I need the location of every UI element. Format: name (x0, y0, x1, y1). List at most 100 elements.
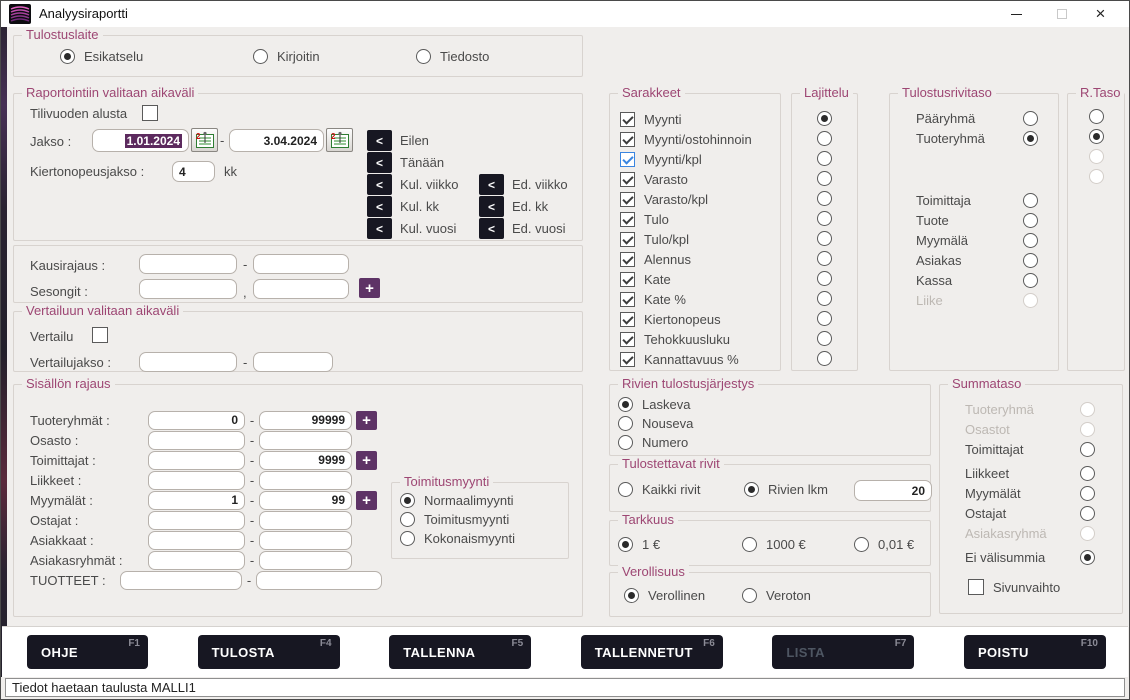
add-filter-button[interactable]: + (356, 451, 377, 470)
add-filter-button[interactable]: + (356, 491, 377, 510)
radio-icon[interactable] (624, 588, 639, 603)
column-checkbox[interactable] (620, 232, 635, 247)
fiscal-year-checkbox[interactable] (142, 105, 158, 121)
column-checkbox[interactable] (620, 132, 635, 147)
period-from-input[interactable]: 1.01.2024 (92, 129, 189, 152)
sum-level-option[interactable]: Ei välisummia (940, 547, 1122, 567)
filter-from-input[interactable]: 1 (148, 491, 245, 510)
quick-range-button[interactable]: < (367, 174, 392, 195)
toimitusmyynti-option[interactable]: Toimitusmyynti (400, 512, 515, 527)
order-option[interactable]: Numero (618, 435, 693, 450)
radio-icon[interactable] (1080, 442, 1095, 457)
toimitusmyynti-option[interactable]: Normaalimyynti (400, 493, 515, 508)
radio-icon[interactable] (1080, 486, 1095, 501)
radio-icon[interactable] (618, 482, 633, 497)
radio-icon[interactable] (400, 531, 415, 546)
filter-to-input[interactable] (259, 531, 352, 550)
sort-radio[interactable] (817, 171, 832, 186)
column-option[interactable]: Tulo/kpl (620, 229, 752, 249)
radio-icon[interactable] (742, 588, 757, 603)
output-option-tiedosto[interactable]: Tiedosto (416, 49, 489, 64)
quick-range-button[interactable]: < (479, 174, 504, 195)
tarkkuus-option-1[interactable]: 1 € (618, 537, 660, 552)
column-option[interactable]: Kannattavuus % (620, 349, 752, 369)
radio-icon[interactable] (742, 537, 757, 552)
vertailu-checkbox[interactable] (92, 327, 108, 343)
filter-from-input[interactable]: 0 (148, 411, 245, 430)
radio-icon[interactable] (253, 49, 268, 64)
radio-icon[interactable] (1023, 253, 1038, 268)
row-level-option[interactable]: Myymälä (890, 230, 1058, 250)
column-option[interactable]: Myynti/kpl (620, 149, 752, 169)
filter-from-input[interactable] (148, 431, 245, 450)
column-checkbox[interactable] (620, 272, 635, 287)
kausirajaus-from-input[interactable] (139, 254, 237, 274)
veroton-option[interactable]: Veroton (742, 588, 811, 603)
filter-to-input[interactable] (259, 431, 352, 450)
filter-from-input[interactable] (148, 551, 245, 570)
radio-icon[interactable] (1080, 422, 1095, 437)
sort-radio[interactable] (817, 271, 832, 286)
tarkkuus-option-1000[interactable]: 1000 € (742, 537, 806, 552)
row-level-option[interactable]: Toimittaja (890, 190, 1058, 210)
column-checkbox[interactable] (620, 332, 635, 347)
quick-range-button[interactable]: < (367, 152, 392, 173)
radio-icon[interactable] (1023, 193, 1038, 208)
action-button[interactable]: TALLENNA F5 (389, 635, 531, 669)
radio-icon[interactable] (618, 537, 633, 552)
order-option[interactable]: Laskeva (618, 397, 693, 412)
quick-range-button[interactable]: < (479, 196, 504, 217)
radio-icon[interactable] (1080, 550, 1095, 565)
radio-icon[interactable] (1080, 402, 1095, 417)
column-checkbox[interactable] (620, 172, 635, 187)
action-button[interactable]: TALLENNETUT F6 (581, 635, 723, 669)
add-filter-button[interactable]: + (356, 411, 377, 430)
rtaso-radio[interactable] (1089, 169, 1104, 184)
order-option[interactable]: Nouseva (618, 416, 693, 431)
close-button[interactable]: × (1078, 1, 1123, 27)
sum-level-option[interactable]: Osastot (940, 419, 1122, 439)
sort-radio[interactable] (817, 211, 832, 226)
rtaso-radio[interactable] (1089, 149, 1104, 164)
filter-from-input[interactable] (148, 511, 245, 530)
column-checkbox[interactable] (620, 292, 635, 307)
sum-level-option[interactable]: Ostajat (940, 503, 1122, 523)
filter-from-input[interactable] (148, 471, 245, 490)
filter-to-input[interactable]: 9999 (259, 451, 352, 470)
radio-icon[interactable] (60, 49, 75, 64)
sivunvaihto-option[interactable]: Sivunvaihto (968, 579, 1060, 595)
rtaso-radio[interactable] (1089, 129, 1104, 144)
filter-to-input[interactable]: 99999 (259, 411, 352, 430)
sort-radio[interactable] (817, 351, 832, 366)
filter-to-input[interactable] (259, 511, 352, 530)
sesongit-input-1[interactable] (139, 279, 237, 299)
quick-range-button[interactable]: < (367, 218, 392, 239)
sort-radio[interactable] (817, 131, 832, 146)
radio-icon[interactable] (400, 493, 415, 508)
rivien-lkm-option[interactable]: Rivien lkm (744, 482, 828, 497)
sivunvaihto-checkbox[interactable] (968, 579, 984, 595)
sort-radio[interactable] (817, 251, 832, 266)
sort-radio[interactable] (817, 291, 832, 306)
period-to-input[interactable]: 3.04.2024 (229, 129, 324, 152)
row-level-option[interactable]: Asiakas (890, 250, 1058, 270)
rtaso-radio[interactable] (1089, 109, 1104, 124)
row-count-input[interactable]: 20 (854, 480, 932, 501)
toimitusmyynti-option[interactable]: Kokonaismyynti (400, 531, 515, 546)
radio-icon[interactable] (1023, 293, 1038, 308)
column-checkbox[interactable] (620, 152, 635, 167)
minimize-button[interactable] (994, 1, 1039, 27)
radio-icon[interactable] (618, 435, 633, 450)
radio-icon[interactable] (1023, 273, 1038, 288)
column-option[interactable]: Tehokkuusluku (620, 329, 752, 349)
radio-icon[interactable] (854, 537, 869, 552)
filter-from-input[interactable] (148, 451, 245, 470)
radio-icon[interactable] (744, 482, 759, 497)
column-option[interactable]: Kate % (620, 289, 752, 309)
action-button[interactable]: OHJE F1 (27, 635, 148, 669)
vertailujakso-from-input[interactable] (139, 352, 237, 372)
calendar-picker-button[interactable]: 2 (191, 128, 218, 152)
output-option-esikatselu[interactable]: Esikatselu (60, 49, 143, 64)
radio-icon[interactable] (1080, 466, 1095, 481)
calendar-picker-button[interactable]: 2 (326, 128, 353, 152)
